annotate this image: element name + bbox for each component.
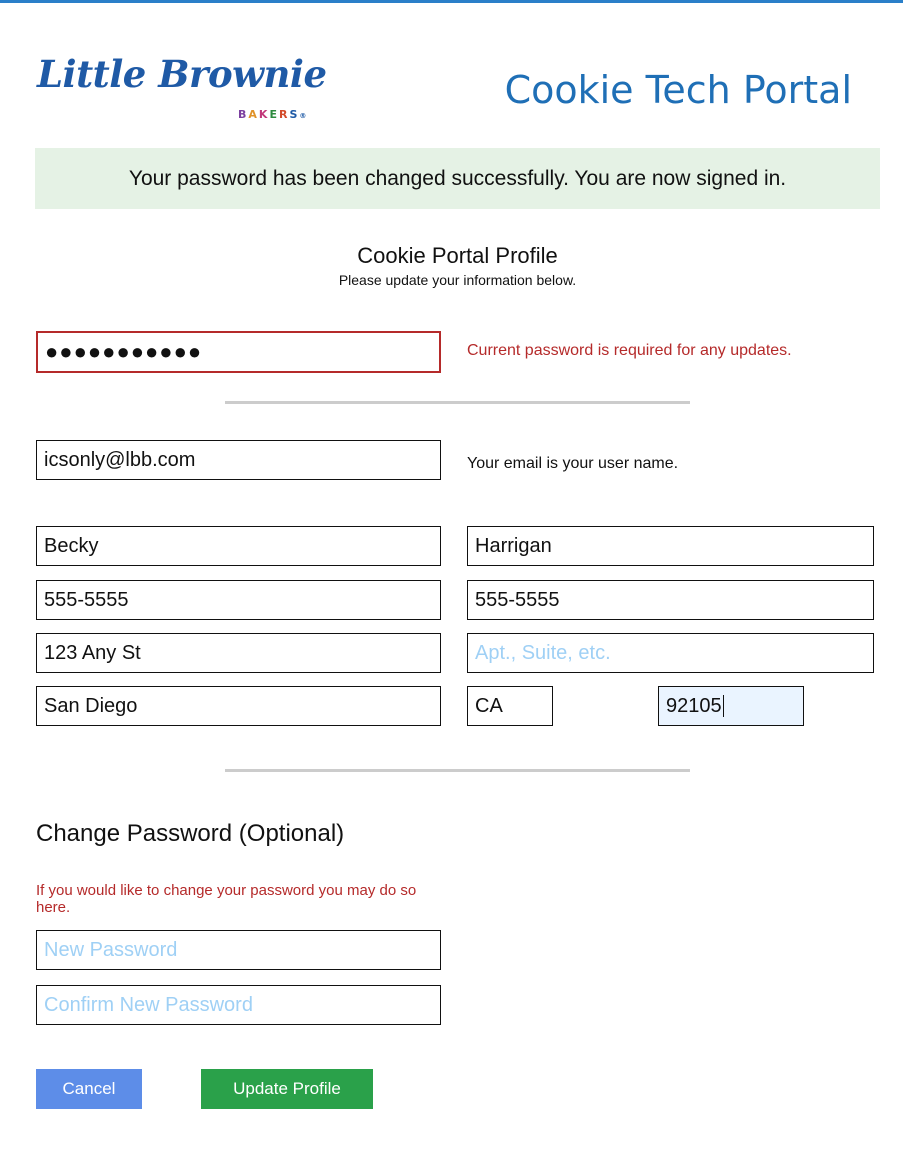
logo-letter: S [289, 108, 300, 121]
zip-input[interactable]: 92105 [658, 686, 804, 726]
state-value: CA [475, 694, 503, 717]
text-caret [722, 695, 724, 717]
profile-subtitle-text: Please update your information below. [338, 272, 577, 288]
state-input[interactable]: CA [467, 686, 553, 726]
confirm-password-input[interactable]: Confirm New Password [36, 985, 441, 1025]
logo-letter: B [238, 108, 249, 121]
current-password-input[interactable]: ●●●●●●●●●●● [36, 331, 441, 373]
change-password-note: If you would like to change your passwor… [36, 882, 417, 916]
current-password-value: ●●●●●●●●●●● [45, 339, 203, 364]
address2-placeholder: Apt., Suite, etc. [475, 641, 611, 664]
address2-input[interactable]: Apt., Suite, etc. [467, 633, 874, 673]
email-hint: Your email is your user name. [467, 455, 679, 472]
portal-title: Cookie Tech Portal [504, 68, 852, 112]
first-name-input[interactable]: Becky [36, 526, 441, 566]
alt-phone-value: 555-5555 [475, 588, 560, 611]
first-name-value: Becky [44, 534, 99, 557]
profile-title: Cookie Portal Profile [0, 243, 880, 269]
new-password-input[interactable]: New Password [36, 930, 441, 970]
confirm-password-placeholder: Confirm New Password [44, 993, 253, 1016]
address-value: 123 Any St [44, 641, 141, 664]
address-input[interactable]: 123 Any St [36, 633, 441, 673]
phone-value: 555-5555 [44, 588, 129, 611]
top-rule [0, 0, 903, 3]
logo: Little Brownie BAKERS® [37, 52, 337, 132]
current-password-error: Current password is required for any upd… [467, 342, 792, 359]
email-input[interactable]: icsonly@lbb.com [36, 440, 441, 480]
logo-trademark: ® [299, 112, 307, 120]
phone-input[interactable]: 555-5555 [36, 580, 441, 620]
city-value: San Diego [44, 694, 138, 717]
city-input[interactable]: San Diego [36, 686, 441, 726]
last-name-value: Harrigan [475, 534, 552, 557]
last-name-input[interactable]: Harrigan [467, 526, 874, 566]
logo-bakers: BAKERS® [238, 108, 306, 121]
logo-letter: R [278, 108, 290, 121]
success-banner: Your password has been changed successfu… [35, 148, 880, 209]
divider-top [225, 401, 690, 404]
cancel-button[interactable]: Cancel [36, 1069, 142, 1109]
divider-bottom [225, 769, 690, 772]
success-message: Your password has been changed successfu… [128, 166, 787, 190]
profile-subtitle: Please update your information below. [0, 272, 880, 288]
logo-letter: A [248, 108, 259, 121]
logo-letter: K [258, 108, 270, 121]
change-password-title: Change Password (Optional) [36, 820, 345, 847]
logo-script: Little Brownie [37, 52, 327, 96]
profile-title-text: Cookie Portal Profile [357, 243, 558, 268]
email-value: icsonly@lbb.com [44, 448, 196, 471]
zip-value: 92105 [666, 694, 722, 717]
update-profile-button[interactable]: Update Profile [201, 1069, 373, 1109]
alt-phone-input[interactable]: 555-5555 [467, 580, 874, 620]
new-password-placeholder: New Password [44, 938, 178, 961]
logo-letter: E [269, 108, 279, 121]
